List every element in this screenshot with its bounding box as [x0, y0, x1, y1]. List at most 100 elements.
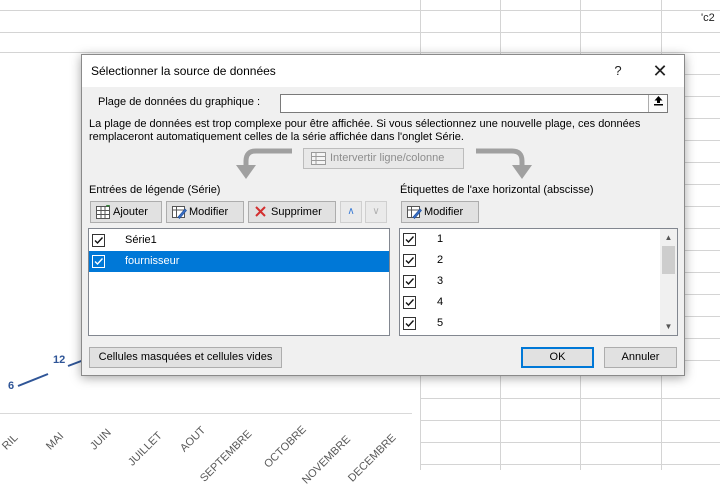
- grid-line: [580, 376, 581, 470]
- axis-label-checkbox[interactable]: [403, 233, 416, 246]
- help-button[interactable]: ?: [607, 61, 629, 81]
- checkmark-icon: [94, 258, 104, 266]
- grid-line: [685, 316, 720, 317]
- grid-line: [685, 118, 720, 119]
- delete-series-button[interactable]: Supprimer: [248, 201, 336, 223]
- grid-line: [0, 32, 720, 33]
- grid-line: [0, 52, 720, 53]
- scroll-up-icon[interactable]: ▲: [660, 229, 677, 246]
- list-item[interactable]: 1: [400, 229, 660, 250]
- legend-series-list[interactable]: Série1 fournisseur: [88, 228, 390, 336]
- chart-axis-line: [0, 413, 412, 414]
- close-button[interactable]: ✕: [648, 59, 672, 83]
- dialog-title: Sélectionner la source de données: [91, 64, 276, 78]
- axis-label-value: 5: [437, 317, 444, 329]
- collapse-dialog-button[interactable]: [648, 95, 667, 112]
- series-checkbox[interactable]: [92, 255, 105, 268]
- grid-line: [685, 250, 720, 251]
- grid-line: [420, 420, 720, 421]
- select-data-source-dialog: Sélectionner la source de données ? ✕ Pl…: [81, 54, 685, 376]
- hidden-empty-cells-button[interactable]: Cellules masquées et cellules vides: [89, 347, 282, 368]
- series-name: fournisseur: [125, 255, 180, 267]
- grid-line: [685, 206, 720, 207]
- axis-label-value: 1: [437, 233, 444, 245]
- month-label: JUILLET: [126, 429, 165, 469]
- move-up-button[interactable]: ∧: [340, 201, 362, 223]
- add-series-label: Ajouter: [113, 206, 148, 218]
- month-label: DECEMBRE: [346, 431, 399, 485]
- edit-axis-labels-button[interactable]: Modifier: [401, 201, 479, 223]
- month-label: RIL: [0, 431, 21, 453]
- curved-arrow-left-icon: [236, 148, 292, 179]
- edit-axis-labels-label: Modifier: [424, 206, 464, 218]
- collapse-dialog-icon: [653, 96, 663, 106]
- month-label: AOUT: [178, 424, 209, 455]
- grid-line: [420, 376, 421, 470]
- grid-line: [685, 272, 720, 273]
- axis-label-value: 2: [437, 254, 444, 266]
- list-item[interactable]: fournisseur: [89, 251, 389, 272]
- list-item[interactable]: 5: [400, 313, 660, 334]
- cancel-button[interactable]: Annuler: [604, 347, 677, 368]
- month-label: NOVEMBRE: [300, 433, 354, 487]
- ok-button[interactable]: OK: [521, 347, 594, 368]
- grid-line: [685, 228, 720, 229]
- grid-line: [685, 162, 720, 163]
- month-label: SEPTEMBRE: [198, 428, 255, 485]
- grid-line: [685, 338, 720, 339]
- grid-line: [685, 140, 720, 141]
- grid-line: [500, 0, 501, 54]
- axis-label-checkbox[interactable]: [403, 317, 416, 330]
- month-label: MAI: [44, 430, 67, 453]
- edit-icon: [172, 206, 187, 219]
- range-input[interactable]: [280, 94, 668, 113]
- edit-series-label: Modifier: [189, 206, 229, 218]
- message-line: remplaceront automatiquement celles de l…: [89, 131, 464, 143]
- axis-label-checkbox[interactable]: [403, 254, 416, 267]
- grid-line: [685, 294, 720, 295]
- edit-icon: [407, 206, 422, 219]
- range-label: Plage de données du graphique :: [98, 96, 261, 108]
- dialog-titlebar[interactable]: Sélectionner la source de données ? ✕: [82, 55, 684, 87]
- list-item[interactable]: Série1: [89, 230, 389, 251]
- complexity-message: La plage de données est trop complexe po…: [89, 118, 679, 144]
- move-up-icon: ∧: [347, 206, 355, 217]
- grid-line: [420, 398, 720, 399]
- axis-label-checkbox[interactable]: [403, 296, 416, 309]
- month-label: JUIN: [88, 426, 114, 453]
- grid-line: [685, 74, 720, 75]
- list-item[interactable]: 4: [400, 292, 660, 313]
- scroll-down-icon[interactable]: ▼: [660, 318, 677, 335]
- message-line: La plage de données est trop complexe po…: [89, 118, 641, 130]
- checkmark-icon: [405, 236, 415, 244]
- chart-segment: [17, 373, 49, 387]
- chart-data-label: 6: [8, 380, 15, 392]
- cell-reference-text: 'c2: [701, 12, 715, 24]
- axis-label-checkbox[interactable]: [403, 275, 416, 288]
- checkmark-icon: [405, 278, 415, 286]
- delete-series-label: Supprimer: [271, 206, 322, 218]
- switch-row-column-label: Intervertir ligne/colonne: [330, 152, 445, 164]
- add-series-button[interactable]: Ajouter: [90, 201, 162, 223]
- chart-data-label: 12: [53, 354, 66, 366]
- list-item[interactable]: 3: [400, 271, 660, 292]
- scroll-thumb[interactable]: [662, 246, 675, 274]
- series-checkbox[interactable]: [92, 234, 105, 247]
- grid-line: [0, 10, 720, 11]
- grid-line: [685, 360, 720, 361]
- edit-series-button[interactable]: Modifier: [166, 201, 244, 223]
- switch-row-column-button[interactable]: Intervertir ligne/colonne: [303, 148, 464, 169]
- add-icon: [96, 205, 110, 219]
- legend-entries-label: Entrées de légende (Série): [89, 184, 221, 196]
- checkmark-icon: [94, 237, 104, 245]
- axis-list-scrollbar[interactable]: ▲ ▼: [660, 229, 677, 335]
- axis-label-value: 3: [437, 275, 444, 287]
- move-down-button[interactable]: ∨: [365, 201, 387, 223]
- grid-line: [420, 442, 720, 443]
- axis-labels-list[interactable]: 1 2 3 4 5 ▲ ▼: [399, 228, 678, 336]
- month-label: OCTOBRE: [262, 423, 309, 471]
- list-item[interactable]: 2: [400, 250, 660, 271]
- delete-icon: [255, 206, 266, 217]
- grid-line: [420, 0, 421, 54]
- checkmark-icon: [405, 320, 415, 328]
